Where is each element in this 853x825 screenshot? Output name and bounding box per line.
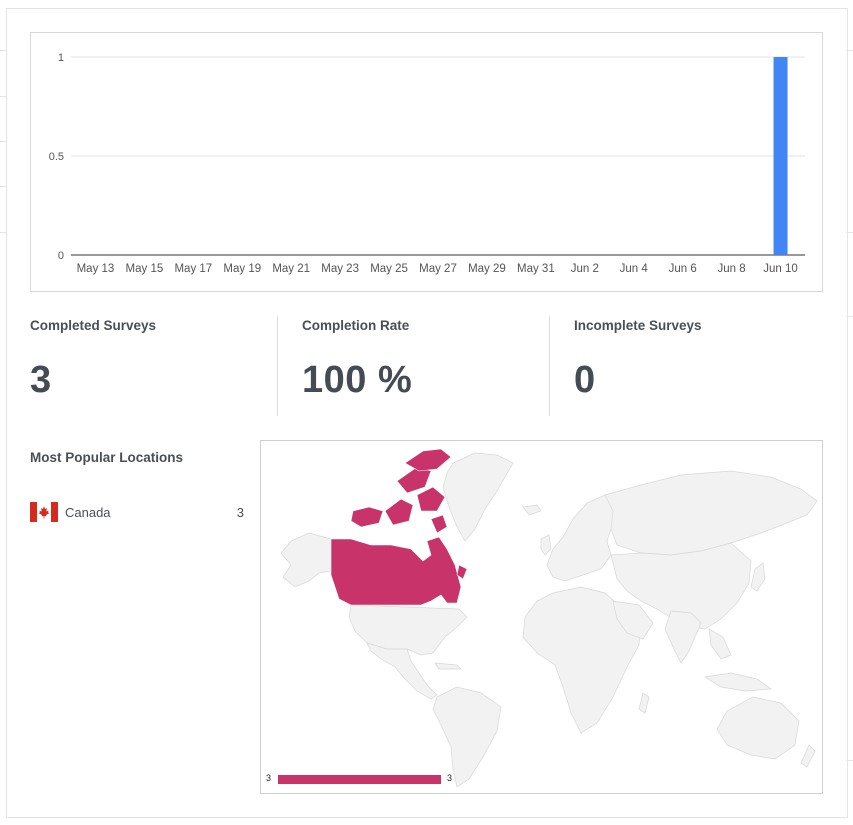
stat-completed-value: 3 <box>30 359 52 401</box>
canada-flag-icon <box>30 502 58 522</box>
world-map-svg <box>280 448 818 788</box>
page-edge-mark <box>0 141 6 142</box>
page-edge-mark <box>0 96 6 97</box>
x-tick-label: May 23 <box>321 263 359 275</box>
x-tick-label: May 19 <box>223 263 261 275</box>
map-uk <box>540 534 552 556</box>
map-iceland <box>522 504 542 516</box>
stat-divider <box>277 316 278 416</box>
map-usa <box>348 604 468 656</box>
x-tick-label: May 13 <box>77 263 115 275</box>
map-india <box>664 610 702 664</box>
map-alaska <box>280 532 332 588</box>
stat-incomplete-label: Incomplete Surveys <box>574 318 702 333</box>
page-edge-mark <box>0 186 6 187</box>
map-indonesia <box>704 672 772 692</box>
map-europe <box>546 494 618 582</box>
page-edge-mark <box>846 232 853 233</box>
y-tick-label: 0.5 <box>49 151 64 163</box>
x-tick-label: May 21 <box>272 263 310 275</box>
daily-responses-chart: 0 0.5 1 May 13 May 15 May 17 May 19 May 21 May 2… <box>30 32 823 292</box>
location-name: Canada <box>65 505 111 520</box>
y-tick-label: 0 <box>58 250 64 262</box>
x-tick-label: Jun 10 <box>763 263 798 275</box>
map-canada[interactable] <box>330 448 468 606</box>
map-greenland <box>442 452 514 542</box>
map-south-america <box>432 686 502 788</box>
bar[interactable] <box>773 57 788 255</box>
map-caribbean <box>434 662 462 670</box>
map-japan <box>750 562 766 592</box>
chart-svg: 0 0.5 1 May 13 May 15 May 17 May 19 May 21 May 2… <box>49 52 805 275</box>
stat-completed-label: Completed Surveys <box>30 318 157 333</box>
x-tick-label: Jun 8 <box>718 263 746 275</box>
page-edge-mark <box>0 232 6 233</box>
location-count: 3 <box>236 505 244 520</box>
stat-rate-label: Completion Rate <box>302 318 410 333</box>
locations-title: Most Popular Locations <box>30 450 184 465</box>
x-tick-label: Jun 2 <box>571 263 599 275</box>
stat-incomplete-value: 0 <box>574 359 596 401</box>
stat-rate-value: 100 % <box>302 359 413 401</box>
x-tick-label: May 27 <box>419 263 457 275</box>
map-russia <box>604 470 818 556</box>
location-item[interactable]: Canada 3 <box>30 500 244 524</box>
x-tick-label: May 25 <box>370 263 408 275</box>
x-tick-label: May 15 <box>126 263 164 275</box>
world-map[interactable]: 3 3 <box>260 440 823 794</box>
stat-divider <box>549 316 550 416</box>
legend-color-bar <box>278 775 441 784</box>
map-se-asia <box>708 628 732 660</box>
x-tick-label: May 17 <box>174 263 212 275</box>
stat-rate: Completion Rate 100 % <box>302 318 552 402</box>
page-edge-mark <box>846 316 853 317</box>
x-tick-label: May 29 <box>468 263 506 275</box>
page-edge-mark <box>846 760 853 761</box>
map-madagascar <box>638 692 650 714</box>
legend-max: 3 <box>447 773 453 783</box>
x-tick-label: May 31 <box>517 263 555 275</box>
map-legend: 3 3 <box>266 773 466 785</box>
map-new-zealand <box>800 744 816 768</box>
page-edge-mark <box>0 50 6 51</box>
legend-min: 3 <box>266 773 272 783</box>
y-tick-label: 1 <box>58 52 64 64</box>
x-tick-label: Jun 6 <box>669 263 697 275</box>
stat-completed: Completed Surveys 3 <box>30 318 280 402</box>
page-edge-mark <box>846 50 853 51</box>
map-australia <box>716 696 800 760</box>
stat-incomplete: Incomplete Surveys 0 <box>574 318 824 402</box>
x-tick-label: Jun 4 <box>620 263 649 275</box>
